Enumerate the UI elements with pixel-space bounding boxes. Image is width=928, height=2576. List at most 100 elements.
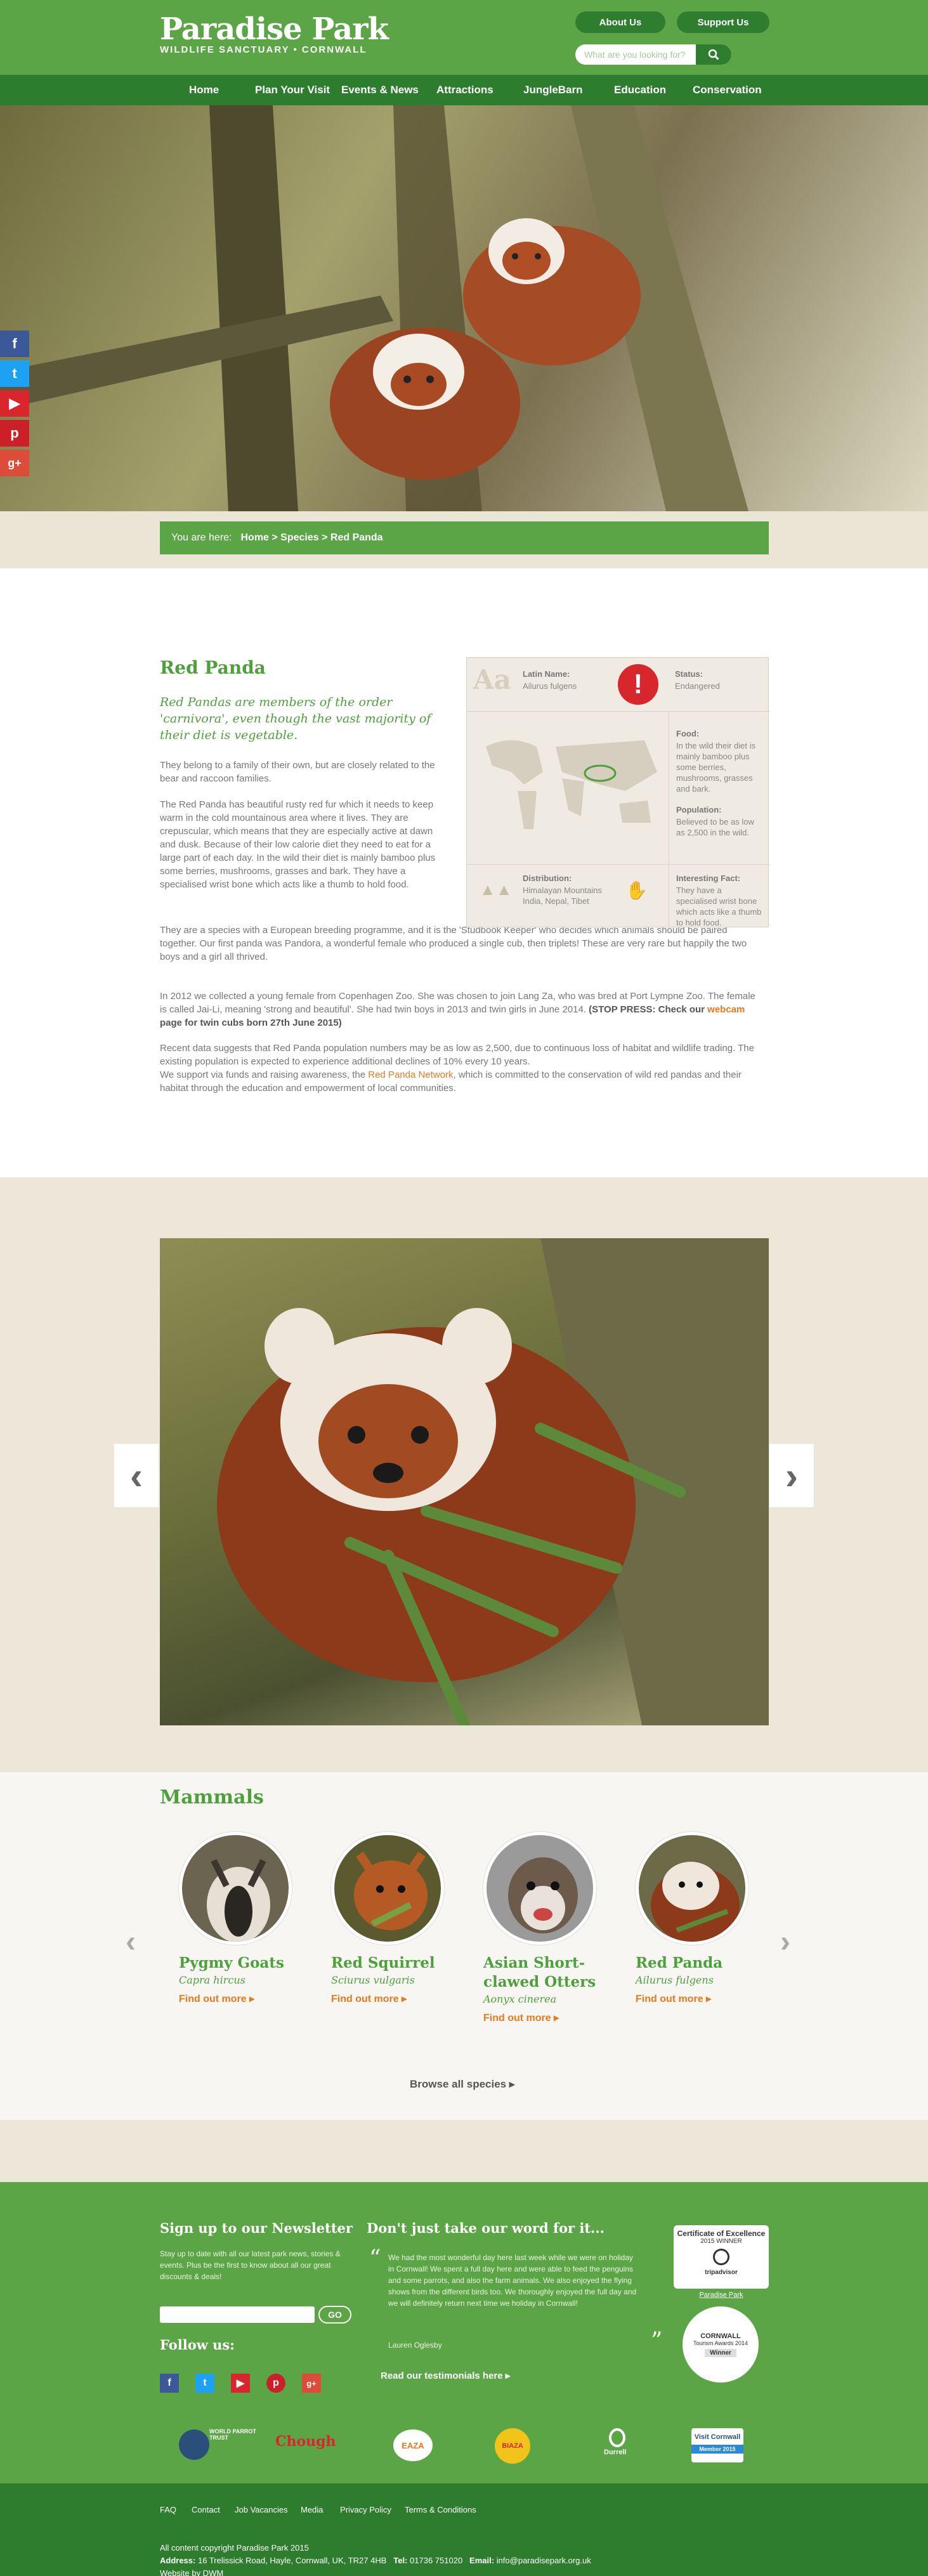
member-badge: Member 2015: [691, 2445, 743, 2454]
footer-link-terms[interactable]: Terms & Conditions: [405, 2505, 476, 2514]
arrow-right-icon: ▸: [249, 1994, 255, 2004]
cornwall-tourism-award: CORNWALL Tourism Awards 2014 Winner: [683, 2306, 759, 2383]
twitter-icon[interactable]: t: [0, 360, 29, 387]
support-us-button[interactable]: Support Us: [677, 11, 769, 33]
youtube-icon[interactable]: ▶: [231, 2374, 250, 2393]
search-input[interactable]: What are you looking for?: [584, 49, 686, 60]
nav-events-news[interactable]: Events & News: [341, 75, 419, 105]
status-value: Endangered: [675, 681, 720, 691]
mountain-icon: ▲▲: [480, 880, 513, 899]
webcam-link[interactable]: webcam: [707, 1004, 745, 1015]
award-badge: Winner: [705, 2348, 736, 2357]
facebook-icon[interactable]: f: [160, 2374, 179, 2393]
species-thumbnail[interactable]: [331, 1832, 444, 1945]
browse-all-species-link[interactable]: Browse all species ▸: [410, 2078, 514, 2091]
carousel-next-button[interactable]: ›: [780, 1925, 790, 1959]
species-latin: Ailurus fulgens: [636, 1974, 714, 1986]
pinterest-icon[interactable]: p: [266, 2374, 285, 2393]
nav-plan-your-visit[interactable]: Plan Your Visit: [255, 75, 330, 105]
breadcrumb: You are here: Home > Species > Red Panda: [160, 521, 769, 554]
red-panda-photo: [217, 1238, 769, 1725]
carousel-prev-button[interactable]: ‹: [126, 1925, 136, 1959]
species-paragraph: They belong to a family of their own, bu…: [160, 760, 435, 784]
food-label: Food:: [676, 729, 700, 738]
world-map: [486, 740, 657, 829]
award-name: CORNWALL: [700, 2332, 741, 2340]
section-title: Mammals: [160, 1786, 264, 1808]
find-out-more-link[interactable]: Find out more ▸: [636, 1992, 756, 2005]
species-card[interactable]: Red Squirrel Sciurus vulgaris Find out m…: [331, 1832, 452, 2005]
pinterest-icon[interactable]: p: [0, 420, 29, 447]
parrot-trust-logo[interactable]: [179, 2429, 209, 2460]
species-thumbnail[interactable]: [179, 1832, 292, 1945]
species-name[interactable]: Asian Short-clawed Otters: [483, 1954, 604, 1992]
species-paragraph: The Red Panda has beautiful rusty red fu…: [160, 799, 436, 890]
tel-label: Tel:: [393, 2556, 408, 2565]
species-thumbnail[interactable]: [483, 1832, 596, 1945]
arrow-right-icon: ▸: [509, 2078, 515, 2090]
nav-junglebarn[interactable]: JungleBarn: [523, 75, 583, 105]
species-paragraph: Recent data suggests that Red Panda popu…: [160, 1043, 754, 1067]
owl-icon: [713, 2249, 729, 2265]
footer-link-contact[interactable]: Contact: [192, 2505, 220, 2514]
species-card[interactable]: Red Panda Ailurus fulgens Find out more …: [636, 1832, 756, 2005]
species-name[interactable]: Red Panda: [636, 1954, 756, 1973]
email-link[interactable]: info@paradisepark.org.uk: [497, 2556, 591, 2565]
species-thumbnail[interactable]: [636, 1832, 748, 1945]
search-field[interactable]: What are you looking for?: [575, 44, 731, 65]
stop-press: (STOP PRESS: Check our: [589, 1004, 705, 1015]
arrow-right-icon: ▸: [505, 2370, 511, 2381]
partner-name[interactable]: Chough: [275, 2433, 336, 2450]
bottom-bar: FAQ Contact Job Vacancies Media Privacy …: [0, 2483, 928, 2576]
newsletter-go-button[interactable]: GO: [318, 2306, 351, 2324]
youtube-icon[interactable]: ▶: [0, 390, 29, 417]
species-name[interactable]: Red Squirrel: [331, 1954, 452, 1973]
arrow-right-icon: ▸: [554, 2013, 559, 2024]
google-plus-icon[interactable]: g+: [302, 2374, 321, 2393]
find-out-more-link[interactable]: Find out more ▸: [331, 1992, 452, 2005]
find-out-more-link[interactable]: Find out more ▸: [179, 1992, 299, 2005]
gallery-next-button[interactable]: ›: [769, 1444, 814, 1507]
social-share-bar: f t ▶ p g+: [0, 330, 29, 480]
telephone[interactable]: 01736 751020: [410, 2556, 462, 2565]
nav-education[interactable]: Education: [614, 75, 666, 105]
species-latin: Aonyx cinerea: [483, 1993, 557, 2005]
website-credit[interactable]: Website by DWM: [160, 2568, 223, 2576]
nav-conservation[interactable]: Conservation: [693, 75, 762, 105]
warning-icon: !: [618, 664, 658, 705]
testimonial-author: Lauren Oglesby: [388, 2341, 442, 2350]
tripadvisor-badge[interactable]: Certificate of Excellence 2015 WINNER tr…: [674, 2225, 769, 2289]
footer-link-privacy[interactable]: Privacy Policy: [340, 2505, 391, 2514]
gallery-prev-button[interactable]: ‹: [114, 1444, 159, 1507]
tripadvisor-link[interactable]: Paradise Park: [674, 2291, 769, 2299]
species-name[interactable]: Pygmy Goats: [179, 1954, 299, 1973]
about-us-button[interactable]: About Us: [575, 11, 665, 33]
twitter-icon[interactable]: t: [195, 2374, 214, 2393]
species-card[interactable]: Pygmy Goats Capra hircus Find out more ▸: [179, 1832, 299, 2005]
species-card[interactable]: Asian Short-clawed Otters Aonyx cinerea …: [483, 1832, 604, 2024]
find-out-more-link[interactable]: Find out more ▸: [483, 2011, 604, 2024]
footer-link-jobs[interactable]: Job Vacancies: [235, 2505, 288, 2514]
search-icon: [708, 49, 719, 60]
partner-logo[interactable]: EAZA: [393, 2429, 433, 2461]
follow-us-label: Follow us:: [160, 2337, 235, 2353]
newsletter-title: Sign up to our Newsletter: [160, 2220, 353, 2236]
visit-cornwall-logo[interactable]: Visit Cornwall Member 2015: [691, 2428, 743, 2462]
footer-link-media[interactable]: Media: [301, 2505, 323, 2514]
nav-attractions[interactable]: Attractions: [436, 75, 493, 105]
award-subtitle: Tourism Awards 2014: [693, 2339, 748, 2346]
red-panda-network-link[interactable]: Red Panda Network: [368, 1069, 453, 1080]
breadcrumb-path[interactable]: Home > Species > Red Panda: [240, 532, 382, 544]
google-plus-icon[interactable]: g+: [0, 450, 29, 476]
testimonial-title: Don't just take our word for it...: [367, 2220, 605, 2236]
facebook-icon[interactable]: f: [0, 330, 29, 357]
search-button[interactable]: [696, 44, 731, 65]
nav-home[interactable]: Home: [189, 75, 219, 105]
partner-name[interactable]: Durrell: [604, 2449, 626, 2456]
partner-logo[interactable]: BIAZA: [495, 2428, 530, 2464]
read-testimonials-link[interactable]: Read our testimonials here ▸: [381, 2370, 510, 2381]
footer-link-faq[interactable]: FAQ: [160, 2505, 176, 2514]
newsletter-email-input[interactable]: [160, 2306, 315, 2323]
interesting-fact-value: They have a specialised wrist bone which…: [676, 886, 762, 927]
site-logo[interactable]: Paradise Park: [160, 11, 389, 47]
